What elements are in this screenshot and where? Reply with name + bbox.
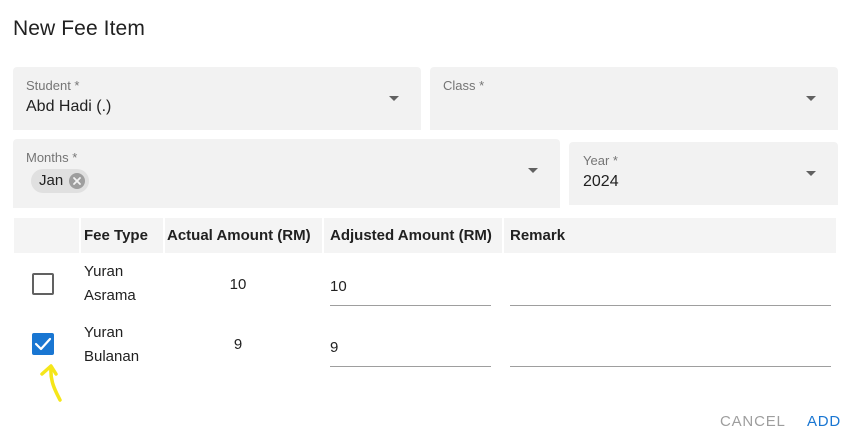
- row-checkbox-checked[interactable]: [32, 333, 54, 355]
- chevron-down-icon: [806, 171, 816, 176]
- check-icon: [34, 337, 52, 351]
- header-remark: Remark: [510, 227, 566, 244]
- table-header: Fee Type Actual Amount (RM) Adjusted Amo…: [14, 218, 836, 253]
- class-select[interactable]: Class *: [430, 67, 838, 130]
- actual-amount: 9: [233, 336, 243, 353]
- adjusted-amount-input[interactable]: 9: [330, 331, 491, 367]
- year-value: 2024: [583, 173, 619, 190]
- adjusted-amount-value: 9: [330, 339, 339, 356]
- months-select[interactable]: Months * Jan: [13, 139, 560, 208]
- remark-input[interactable]: [510, 331, 831, 367]
- month-chip-label: Jan: [39, 172, 64, 189]
- remark-input[interactable]: [510, 270, 831, 306]
- student-select[interactable]: Student * Abd Hadi (.): [13, 67, 421, 130]
- chevron-down-icon: [528, 168, 538, 173]
- months-label: Months *: [26, 150, 78, 165]
- header-adjusted-amount: Adjusted Amount (RM): [330, 227, 492, 244]
- fee-type-line2: Bulanan: [84, 348, 140, 365]
- dialog-title: New Fee Item: [13, 17, 145, 40]
- chevron-down-icon: [806, 96, 816, 101]
- cancel-button[interactable]: CANCEL: [720, 413, 786, 430]
- row-checkbox[interactable]: [32, 273, 54, 295]
- class-label: Class *: [443, 78, 485, 93]
- annotation-arrow-icon: [40, 364, 62, 402]
- adjusted-amount-input[interactable]: 10: [330, 270, 491, 306]
- actual-amount: 10: [229, 276, 247, 293]
- year-select[interactable]: Year * 2024: [569, 142, 838, 205]
- student-label: Student *: [26, 78, 80, 93]
- header-actual-amount: Actual Amount (RM): [167, 227, 311, 244]
- adjusted-amount-value: 10: [330, 278, 347, 295]
- remove-chip-icon[interactable]: [69, 173, 86, 189]
- student-value: Abd Hadi (.): [26, 98, 112, 115]
- year-label: Year *: [583, 153, 618, 168]
- month-chip[interactable]: Jan: [31, 169, 90, 193]
- header-cell-select: [14, 218, 77, 253]
- chevron-down-icon: [389, 96, 399, 101]
- fee-type-line1: Yuran: [84, 324, 124, 341]
- fee-type-line2: Asrama: [84, 287, 136, 304]
- header-fee-type: Fee Type: [84, 227, 148, 244]
- fee-type-line1: Yuran: [84, 263, 124, 280]
- add-button[interactable]: ADD: [807, 413, 841, 430]
